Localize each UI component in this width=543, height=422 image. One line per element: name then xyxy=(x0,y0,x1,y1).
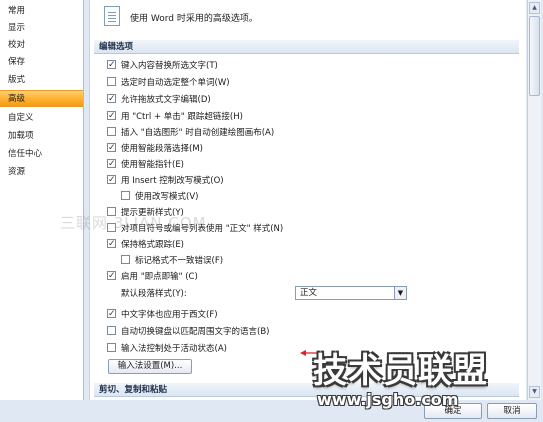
sidebar-item-general[interactable]: 常用 xyxy=(0,3,83,20)
sidebar: 常用 显示 校对 保存 版式 高级 自定义 加载项 信任中心 资源 xyxy=(0,0,84,422)
cancel-button[interactable]: 取消 xyxy=(487,403,537,419)
option-label: 保持格式跟踪(E) xyxy=(121,240,185,250)
checkbox[interactable] xyxy=(107,109,116,123)
sidebar-item-customize[interactable]: 自定义 xyxy=(0,110,83,127)
option-mark-inconsistencies[interactable]: 标记格式不一致错误(F) xyxy=(121,254,223,268)
option-label: 选定时自动选定整个单词(W) xyxy=(121,78,230,88)
option-insert-key-overtype[interactable]: 用 Insert 控制改写模式(O) xyxy=(107,173,224,188)
sidebar-item-advanced[interactable]: 高级 xyxy=(0,90,83,107)
section-heading-editing: 编辑选项 xyxy=(94,40,519,54)
vertical-scrollbar[interactable]: ▲ ▼ xyxy=(527,0,541,400)
default-paragraph-style-select[interactable]: 正文 ▼ xyxy=(295,286,407,300)
sidebar-item-resources[interactable]: 资源 xyxy=(0,164,83,181)
checkbox[interactable] xyxy=(107,326,116,335)
checkbox[interactable] xyxy=(107,157,116,171)
panel-description: 使用 Word 时采用的高级选项。 xyxy=(130,14,258,24)
option-label: 中文字体也应用于西文(F) xyxy=(121,310,218,320)
watermark-logo: 技术员联盟 www.jsgho.com xyxy=(313,352,493,422)
sidebar-item-layout[interactable]: 版式 xyxy=(0,72,83,89)
option-label: 用 "Ctrl + 单击" 跟踪超链接(H) xyxy=(121,112,243,122)
logo-title: 技术员联盟 xyxy=(313,351,488,391)
option-ime-active[interactable]: 输入法控制处于活动状态(A) xyxy=(107,342,227,356)
option-label: 允许拖放式文字编辑(D) xyxy=(121,95,211,105)
checkbox[interactable] xyxy=(121,191,130,200)
document-icon xyxy=(104,6,120,26)
option-select-entire-word[interactable]: 选定时自动选定整个单词(W) xyxy=(107,76,230,90)
scroll-up-icon[interactable]: ▲ xyxy=(529,2,540,14)
sidebar-item-save[interactable]: 保存 xyxy=(0,54,83,71)
option-label: 使用智能指针(E) xyxy=(121,160,185,170)
dropdown-arrow-icon[interactable]: ▼ xyxy=(394,287,406,299)
options-panel: 使用 Word 时采用的高级选项。 编辑选项 键入内容替换所选文字(T) 选定时… xyxy=(89,0,526,400)
sidebar-item-trust-center[interactable]: 信任中心 xyxy=(0,146,83,163)
option-keep-track-formatting[interactable]: 保持格式跟踪(E) xyxy=(107,237,185,252)
option-click-and-type[interactable]: 启用 "即点即输" (C) xyxy=(107,269,198,284)
option-drag-and-drop[interactable]: 允许拖放式文字编辑(D) xyxy=(107,92,211,107)
option-label: 使用改写模式(V) xyxy=(135,192,199,202)
option-smart-cursor[interactable]: 使用智能指针(E) xyxy=(107,157,185,172)
option-label: 输入法控制处于活动状态(A) xyxy=(121,344,227,354)
option-auto-switch-keyboard[interactable]: 自动切换键盘以匹配周围文字的语言(B) xyxy=(107,325,269,339)
option-label: 标记格式不一致错误(F) xyxy=(135,256,224,266)
option-label: 使用智能段落选择(M) xyxy=(121,144,203,154)
checkbox[interactable] xyxy=(107,127,116,136)
watermark-text: 三联网 3LIAN.COM xyxy=(60,214,207,232)
sidebar-item-display[interactable]: 显示 xyxy=(0,20,83,37)
scroll-down-icon[interactable]: ▼ xyxy=(529,386,540,398)
checkbox[interactable] xyxy=(107,92,116,106)
checkbox[interactable] xyxy=(107,58,116,72)
logo-url: www.jsgho.com xyxy=(317,390,459,409)
checkbox[interactable] xyxy=(107,237,116,251)
option-chinese-font-western[interactable]: 中文字体也应用于西文(F) xyxy=(107,307,218,322)
sidebar-item-proofing[interactable]: 校对 xyxy=(0,37,83,54)
option-label: 键入内容替换所选文字(T) xyxy=(121,61,218,71)
checkbox[interactable] xyxy=(107,141,116,155)
sidebar-item-addins[interactable]: 加载项 xyxy=(0,128,83,145)
option-label: 启用 "即点即输" (C) xyxy=(121,272,198,282)
checkbox[interactable] xyxy=(107,269,116,283)
checkbox[interactable] xyxy=(107,343,116,352)
checkbox[interactable] xyxy=(107,307,116,321)
option-label: 插入 "自选图形" 时自动创建绘图画布(A) xyxy=(121,128,275,138)
option-label: 用 Insert 控制改写模式(O) xyxy=(121,176,224,186)
checkbox[interactable] xyxy=(121,255,130,264)
checkbox[interactable] xyxy=(107,77,116,86)
select-value: 正文 xyxy=(300,288,318,298)
option-auto-drawing-canvas[interactable]: 插入 "自选图形" 时自动创建绘图画布(A) xyxy=(107,126,274,140)
option-overtype-mode[interactable]: 使用改写模式(V) xyxy=(121,190,198,204)
option-typing-replaces-selection[interactable]: 键入内容替换所选文字(T) xyxy=(107,58,218,73)
option-label: 自动切换键盘以匹配周围文字的语言(B) xyxy=(121,327,270,337)
option-smart-paragraph[interactable]: 使用智能段落选择(M) xyxy=(107,141,203,156)
scroll-thumb[interactable] xyxy=(529,16,540,96)
checkbox[interactable] xyxy=(107,173,116,187)
option-ctrl-click-hyperlink[interactable]: 用 "Ctrl + 单击" 跟踪超链接(H) xyxy=(107,109,243,124)
default-style-label: 默认段落样式(Y): xyxy=(121,289,187,299)
ime-settings-button[interactable]: 输入法设置(M)... xyxy=(108,359,192,374)
